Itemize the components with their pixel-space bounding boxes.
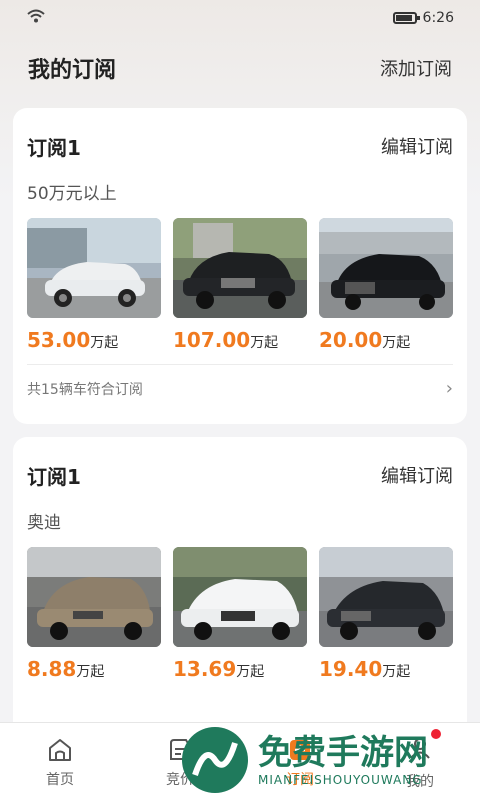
tab-label: 首页	[46, 771, 74, 788]
card-header: 订阅1 编辑订阅	[27, 437, 453, 513]
car-item[interactable]: 107.00万起	[173, 218, 307, 356]
edit-subscription-button[interactable]: 编辑订阅	[381, 133, 453, 159]
bottom-tab-bar: 首页 竞价 订阅 我的	[0, 722, 480, 800]
subscription-condition: 50万元以上	[27, 184, 117, 204]
profile-icon	[410, 737, 430, 759]
home-icon	[49, 738, 71, 761]
car-item[interactable]: 20.00万起	[319, 218, 453, 356]
status-bar: 6:26	[0, 0, 480, 36]
add-subscription-button[interactable]: 添加订阅	[380, 55, 452, 81]
profile-icon-wrap	[405, 728, 441, 767]
car-price: 13.69万起	[173, 657, 265, 681]
tab-label: 竞价	[166, 771, 194, 788]
card-header: 订阅1 编辑订阅	[27, 108, 453, 184]
subscription-title: 订阅1	[27, 464, 81, 489]
status-right: 6:26	[392, 10, 454, 26]
car-price: 8.88万起	[27, 657, 105, 681]
car-price: 53.00万起	[27, 328, 119, 352]
auction-icon	[170, 738, 190, 760]
chevron-right-icon: ›	[445, 378, 453, 399]
status-time: 6:26	[422, 10, 454, 26]
car-list: 53.00万起 107.00万起 20.00万起	[27, 218, 453, 356]
tab-subscribe[interactable]: 订阅	[240, 723, 360, 800]
page-title: 我的订阅	[28, 58, 117, 83]
matching-cars-row[interactable]: 共15辆车符合订阅 ›	[27, 364, 453, 412]
car-photo[interactable]	[27, 218, 161, 318]
subscription-card: 订阅1 编辑订阅 50万元以上 53.00万起 107.00万起 20.00万起…	[13, 108, 467, 424]
car-item[interactable]: 8.88万起	[27, 547, 161, 685]
car-photo[interactable]	[173, 218, 307, 318]
car-price: 20.00万起	[319, 328, 411, 352]
subscription-card: 订阅1 编辑订阅 奥迪 8.88万起 13.69万起 19.40万起	[13, 437, 467, 737]
tab-profile[interactable]: 我的	[360, 723, 480, 800]
tab-label: 订阅	[286, 771, 314, 788]
car-item[interactable]: 19.40万起	[319, 547, 453, 685]
header: 我的订阅 添加订阅	[0, 48, 480, 88]
tab-auction[interactable]: 竞价	[120, 723, 240, 800]
tab-label: 我的	[406, 773, 434, 790]
car-photo[interactable]	[319, 218, 453, 318]
car-item[interactable]: 53.00万起	[27, 218, 161, 356]
tab-home[interactable]: 首页	[0, 723, 120, 800]
car-price: 107.00万起	[173, 328, 279, 352]
notification-dot	[431, 728, 441, 739]
car-photo[interactable]	[173, 547, 307, 647]
subscription-condition: 奥迪	[27, 513, 61, 533]
subscribe-icon	[290, 739, 310, 760]
car-photo[interactable]	[319, 547, 453, 647]
car-price: 19.40万起	[319, 657, 411, 681]
car-item[interactable]: 13.69万起	[173, 547, 307, 685]
subscription-title: 订阅1	[27, 135, 81, 160]
car-photo[interactable]	[27, 547, 161, 647]
car-list: 8.88万起 13.69万起 19.40万起	[27, 547, 453, 685]
battery-icon	[392, 12, 420, 24]
matching-cars-count: 共15辆车符合订阅	[27, 381, 143, 398]
edit-subscription-button[interactable]: 编辑订阅	[381, 462, 453, 488]
wifi-icon	[26, 8, 46, 28]
